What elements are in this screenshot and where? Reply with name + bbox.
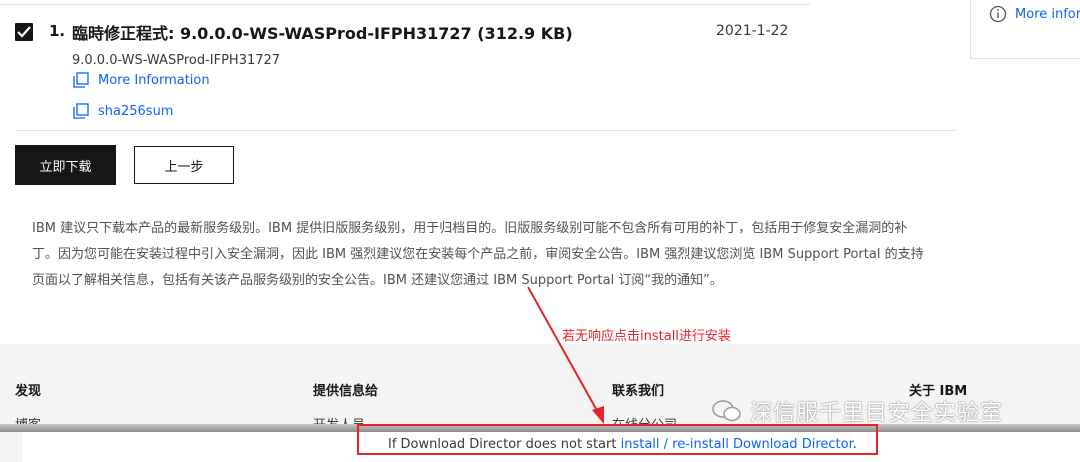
wechat-icon — [712, 400, 741, 422]
annotation-arrow — [527, 286, 604, 424]
annotation-highlight-box — [357, 424, 878, 455]
watermark: 深信服千里目安全实验室 — [712, 395, 1003, 427]
watermark-text: 深信服千里目安全实验室 — [750, 401, 1004, 426]
